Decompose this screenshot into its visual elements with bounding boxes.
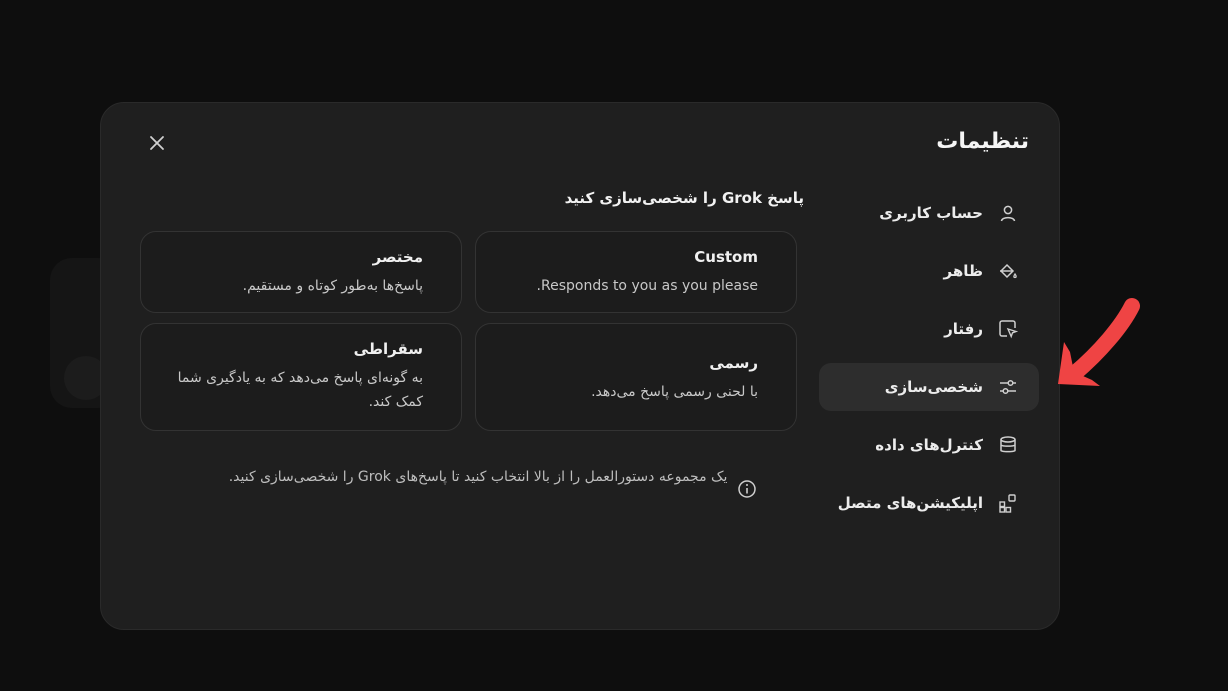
info-note: یک مجموعه دستورالعمل را از بالا انتخاب ک… [179, 465, 759, 501]
sidebar-item-behavior[interactable]: رفتار [819, 305, 1039, 353]
close-button[interactable] [145, 131, 169, 155]
info-icon [737, 479, 759, 501]
settings-sidebar: حساب کاربری ظاهر رفتار شخصی‌سازی کنترل‌ه… [819, 189, 1059, 537]
section-title: پاسخ Grok را شخصی‌سازی کنید [564, 189, 804, 207]
style-card-concise[interactable]: مختصر پاسخ‌ها به‌طور کوتاه و مستقیم. [140, 231, 462, 313]
sidebar-item-appearance[interactable]: ظاهر [819, 247, 1039, 295]
sidebar-item-label: اپلیکیشن‌های متصل [837, 494, 983, 512]
card-description: Responds to you as you please. [536, 278, 758, 294]
card-description: پاسخ‌ها به‌طور کوتاه و مستقیم. [242, 278, 423, 294]
card-title: رسمی [709, 354, 758, 372]
apps-icon [997, 492, 1019, 514]
style-card-custom[interactable]: Custom Responds to you as you please. [475, 231, 797, 313]
sidebar-item-personalization[interactable]: شخصی‌سازی [819, 363, 1039, 411]
sidebar-item-label: حساب کاربری [879, 204, 983, 222]
sliders-icon [997, 376, 1019, 398]
sidebar-item-label: کنترل‌های داده [875, 436, 983, 454]
settings-modal: تنظیمات حساب کاربری ظاهر رفتار شخصی‌سازی [100, 102, 1060, 630]
modal-title: تنظیمات [936, 129, 1029, 154]
sidebar-item-account[interactable]: حساب کاربری [819, 189, 1039, 237]
style-card-formal[interactable]: رسمی با لحنی رسمی پاسخ می‌دهد. [475, 323, 797, 431]
card-title: Custom [694, 248, 758, 266]
info-text: یک مجموعه دستورالعمل را از بالا انتخاب ک… [228, 469, 728, 485]
cursor-icon [997, 318, 1019, 340]
sidebar-item-data-controls[interactable]: کنترل‌های داده [819, 421, 1039, 469]
user-icon [997, 202, 1019, 224]
sidebar-item-label: رفتار [944, 320, 983, 338]
card-title: سقراطی [353, 340, 423, 358]
card-description: به گونه‌ای پاسخ می‌دهد که به یادگیری شما… [177, 370, 423, 410]
sidebar-item-label: ظاهر [943, 262, 984, 280]
card-title: مختصر [372, 248, 423, 266]
style-card-socratic[interactable]: سقراطی به گونه‌ای پاسخ می‌دهد که به یادگ… [140, 323, 462, 431]
paint-bucket-icon [997, 260, 1019, 282]
card-description: با لحنی رسمی پاسخ می‌دهد. [591, 384, 758, 400]
database-icon [997, 434, 1019, 456]
sidebar-item-connected-apps[interactable]: اپلیکیشن‌های متصل [819, 479, 1039, 527]
annotation-arrow-icon [1058, 298, 1140, 386]
sidebar-item-label: شخصی‌سازی [884, 378, 983, 396]
close-icon [150, 136, 164, 150]
